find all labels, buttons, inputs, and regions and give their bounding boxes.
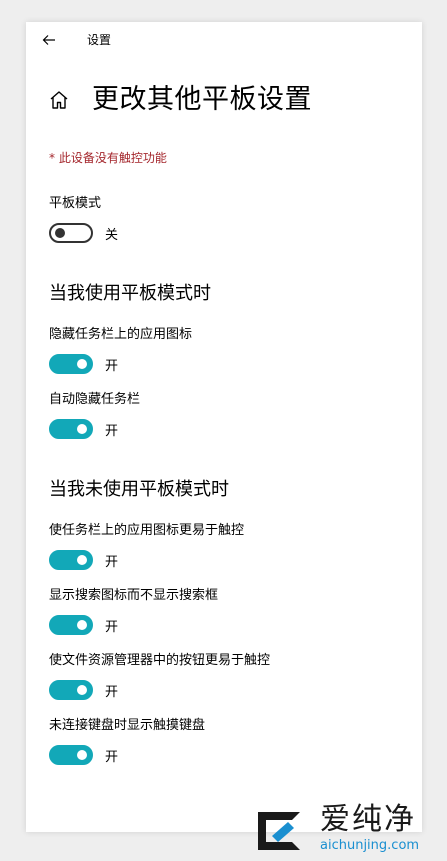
- toggle-state-text: 开: [105, 619, 119, 635]
- title-bar: 设置: [26, 22, 422, 58]
- brand-logo-icon: [258, 812, 300, 850]
- toggle-knob: [55, 228, 65, 238]
- auto-hide-taskbar-toggle[interactable]: [49, 419, 93, 439]
- explorer-buttons-touch-label: 使文件资源管理器中的按钮更易于触控: [49, 653, 271, 668]
- page-title: 更改其他平板设置: [92, 84, 312, 115]
- auto-hide-taskbar-setting: 开: [49, 419, 118, 439]
- taskbar-icons-touch-setting: 开: [49, 550, 118, 570]
- brand-url: aichunjing.com: [320, 838, 420, 853]
- tablet-mode-label: 平板模式: [49, 196, 102, 211]
- toggle-knob: [77, 685, 87, 695]
- taskbar-icons-touch-toggle[interactable]: [49, 550, 93, 570]
- tablet-mode-toggle[interactable]: [49, 223, 93, 243]
- auto-hide-taskbar-label: 自动隐藏任务栏: [49, 392, 141, 407]
- hide-taskbar-icons-toggle[interactable]: [49, 354, 93, 374]
- touch-keyboard-label: 未连接键盘时显示触摸键盘: [49, 718, 206, 733]
- app-title: 设置: [87, 33, 112, 47]
- settings-window: 设置 更改其他平板设置 * 此设备没有触控功能 平板模式 关 当我使用平板模式时…: [26, 22, 422, 832]
- search-icon-toggle[interactable]: [49, 615, 93, 635]
- section-title-in-tablet-mode: 当我使用平板模式时: [49, 283, 211, 304]
- toggle-state-text: 开: [105, 423, 119, 439]
- page-header: 更改其他平板设置: [48, 80, 312, 120]
- explorer-buttons-touch-setting: 开: [49, 680, 118, 700]
- explorer-buttons-touch-toggle[interactable]: [49, 680, 93, 700]
- watermark: 爱纯净 aichunjing.com: [248, 800, 444, 858]
- brand-name: 爱纯净: [320, 802, 416, 837]
- back-button[interactable]: [36, 28, 62, 52]
- toggle-knob: [77, 359, 87, 369]
- toggle-knob: [77, 750, 87, 760]
- search-icon-label: 显示搜索图标而不显示搜索框: [49, 588, 219, 603]
- hide-taskbar-icons-label: 隐藏任务栏上的应用图标: [49, 327, 193, 342]
- toggle-state-text: 开: [105, 684, 119, 700]
- tablet-mode-setting: 关: [49, 223, 118, 243]
- toggle-state-text: 开: [105, 554, 119, 570]
- taskbar-icons-touch-label: 使任务栏上的应用图标更易于触控: [49, 523, 245, 538]
- section-title-not-tablet-mode: 当我未使用平板模式时: [49, 479, 229, 500]
- no-touch-warning: * 此设备没有触控功能: [49, 151, 167, 165]
- touch-keyboard-setting: 开: [49, 745, 118, 765]
- back-arrow-icon: [42, 35, 55, 45]
- toggle-knob: [77, 555, 87, 565]
- toggle-knob: [77, 424, 87, 434]
- toggle-state-text: 关: [105, 227, 119, 243]
- search-icon-setting: 开: [49, 615, 118, 635]
- touch-keyboard-toggle[interactable]: [49, 745, 93, 765]
- toggle-state-text: 开: [105, 749, 119, 765]
- hide-taskbar-icons-setting: 开: [49, 354, 118, 374]
- toggle-knob: [77, 620, 87, 630]
- toggle-state-text: 开: [105, 358, 119, 374]
- home-icon[interactable]: [48, 89, 70, 111]
